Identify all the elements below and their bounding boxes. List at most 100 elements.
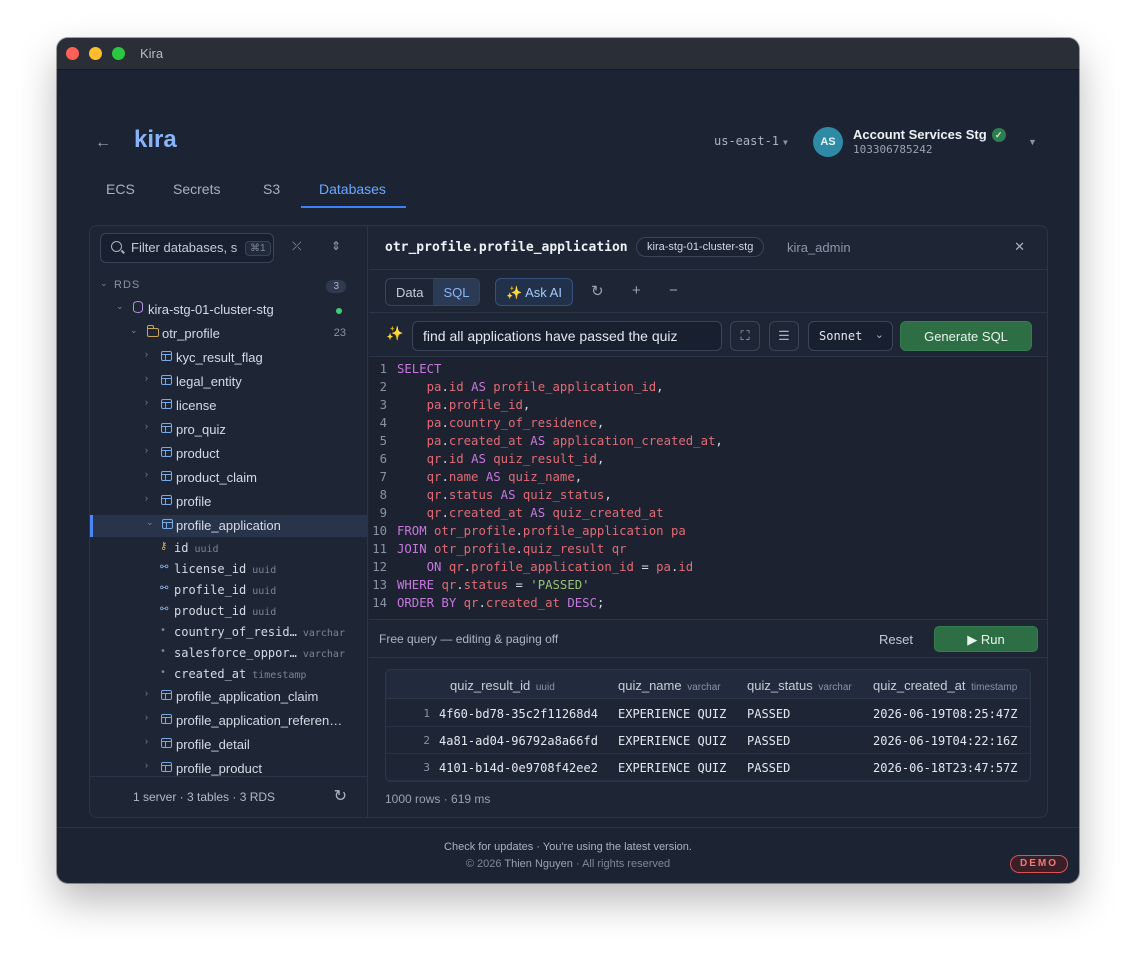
table-label: license bbox=[176, 398, 217, 413]
code-text: ON qr.profile_application_id = pa.id bbox=[426, 560, 694, 574]
column-header[interactable]: quiz_created_at timestamp bbox=[873, 678, 1017, 693]
tree-group-rds[interactable]: ⌄ RDS 3 bbox=[90, 276, 368, 298]
sql-mode-button[interactable]: SQL bbox=[433, 279, 480, 305]
chevron-right-icon: › bbox=[145, 421, 148, 431]
db-user: kira_admin bbox=[787, 240, 851, 255]
tree-table[interactable]: › profile_product bbox=[90, 758, 368, 776]
sql-editor[interactable]: 1 SELECT 2 pa.id AS profile_application_id… bbox=[369, 357, 1047, 619]
refresh-icon[interactable]: ↻ bbox=[334, 786, 347, 806]
column-name: created_at timestamp bbox=[174, 667, 306, 681]
tree-table[interactable]: › product bbox=[90, 443, 368, 465]
code-line: 14 ORDER BY qr.created_at DESC; bbox=[369, 596, 1047, 614]
zoom-window-button[interactable] bbox=[112, 47, 125, 60]
column-type: uuid bbox=[252, 565, 277, 576]
column-item[interactable]: • created_at timestamp bbox=[90, 664, 368, 686]
chevron-right-icon: › bbox=[145, 469, 148, 479]
expand-all-icon[interactable]: ⇕ bbox=[331, 239, 341, 253]
code-text: JOIN otr_profile.quiz_result qr bbox=[397, 542, 627, 556]
generate-sql-button[interactable]: Generate SQL bbox=[900, 321, 1032, 351]
column-name-text: country_of_resid… bbox=[174, 625, 297, 639]
dot-icon: • bbox=[160, 646, 167, 657]
group-label: RDS bbox=[114, 279, 141, 291]
remove-row-icon[interactable]: − bbox=[669, 282, 678, 299]
back-arrow-icon[interactable]: ← bbox=[95, 134, 111, 152]
account-name[interactable]: Account Services Stg ✓ bbox=[853, 127, 1006, 142]
app-footer: Check for updates · You're using the lat… bbox=[57, 827, 1079, 883]
data-mode-button[interactable]: Data bbox=[386, 279, 433, 305]
column-item[interactable]: • salesforce_oppor… varchar bbox=[90, 643, 368, 665]
expand-icon[interactable]: ⛶ bbox=[730, 321, 760, 351]
add-row-icon[interactable]: + bbox=[632, 282, 641, 299]
reload-icon[interactable]: ↻ bbox=[591, 282, 604, 300]
column-item[interactable]: ⚷ id uuid bbox=[90, 538, 368, 560]
table-cell: PASSED bbox=[747, 761, 791, 775]
tab-ecs[interactable]: ECS bbox=[88, 178, 153, 208]
code-text: qr.name AS quiz_name, bbox=[426, 470, 583, 484]
tree-table[interactable]: › kyc_result_flag bbox=[90, 347, 368, 369]
chevron-right-icon: › bbox=[145, 736, 148, 746]
account-menu-chevron-icon[interactable]: ▼ bbox=[1028, 137, 1037, 147]
column-item[interactable]: • country_of_resid… varchar bbox=[90, 622, 368, 644]
tree-table[interactable]: › license bbox=[90, 395, 368, 417]
column-name-text: profile_id bbox=[174, 583, 247, 597]
column-item[interactable]: ⚯ product_id uuid bbox=[90, 601, 368, 623]
minimize-window-button[interactable] bbox=[89, 47, 102, 60]
account-avatar[interactable]: AS bbox=[813, 127, 843, 157]
region-label: us-east-1 bbox=[714, 134, 780, 148]
run-button[interactable]: ▶ Run bbox=[934, 626, 1038, 652]
tab-s3[interactable]: S3 bbox=[245, 178, 298, 208]
table-icon bbox=[161, 421, 172, 436]
tree-cluster[interactable]: ⌄ kira-stg-01-cluster-stg bbox=[90, 299, 368, 321]
tree-table[interactable]: › profile_application_referen… bbox=[90, 710, 368, 732]
column-header-type: uuid bbox=[535, 682, 555, 693]
ai-prompt-input[interactable] bbox=[412, 321, 722, 351]
table-label: kyc_result_flag bbox=[176, 350, 263, 365]
region-selector[interactable]: us-east-1 ▼ bbox=[714, 134, 788, 148]
ask-ai-button[interactable]: ✨ Ask AI bbox=[495, 278, 573, 306]
code-line: 1 SELECT bbox=[369, 362, 1047, 380]
table-icon bbox=[161, 760, 172, 775]
column-name-text: salesforce_oppor… bbox=[174, 646, 297, 660]
filter-input[interactable] bbox=[131, 240, 243, 255]
column-header[interactable]: quiz_result_id uuid bbox=[450, 678, 555, 693]
column-header[interactable]: quiz_status varchar bbox=[747, 678, 852, 693]
table-cell: EXPERIENCE QUIZ bbox=[618, 707, 727, 721]
code-line: 4 pa.country_of_residence, bbox=[369, 416, 1047, 434]
tree-table[interactable]: › profile bbox=[90, 491, 368, 513]
column-header-type: varchar bbox=[687, 682, 721, 693]
column-item[interactable]: ⚯ license_id uuid bbox=[90, 559, 368, 581]
close-window-button[interactable] bbox=[66, 47, 79, 60]
check-updates-link[interactable]: Check for updates bbox=[444, 841, 533, 853]
list-icon[interactable]: ☰ bbox=[769, 321, 799, 351]
link-icon: ⚯ bbox=[160, 562, 169, 573]
model-select[interactable]: Sonnet ⌄ bbox=[808, 321, 893, 351]
close-icon[interactable]: ✕ bbox=[1014, 239, 1025, 255]
tree-schema[interactable]: ⌄ otr_profile 23 bbox=[90, 323, 368, 345]
table-row[interactable]: 1 4f60-bd78-35c2f11268d4 EXPERIENCE QUIZ PA… bbox=[386, 700, 1030, 727]
code-line: 11 JOIN otr_profile.quiz_result qr bbox=[369, 542, 1047, 560]
column-type: varchar bbox=[302, 649, 345, 660]
collapse-all-icon[interactable]: ⤫ bbox=[292, 239, 302, 254]
reset-button[interactable]: Reset bbox=[879, 632, 913, 647]
table-row[interactable]: 3 4101-b14d-0e9708f42ee2 EXPERIENCE QUIZ PA… bbox=[386, 754, 1030, 781]
code-line: 13 WHERE qr.status = 'PASSED' bbox=[369, 578, 1047, 596]
tree-table[interactable]: › profile_application_claim bbox=[90, 686, 368, 708]
tree-table[interactable]: › pro_quiz bbox=[90, 419, 368, 441]
column-type: uuid bbox=[194, 544, 219, 555]
tree-table-selected[interactable]: ⌄ profile_application bbox=[90, 515, 368, 537]
column-type: timestamp bbox=[252, 670, 307, 681]
tree-table[interactable]: › profile_detail bbox=[90, 734, 368, 756]
table-row[interactable]: 2 4a81-ad04-96792a8a66fd EXPERIENCE QUIZ PA… bbox=[386, 727, 1030, 754]
tab-secrets[interactable]: Secrets bbox=[155, 178, 238, 208]
folder-icon bbox=[147, 325, 159, 340]
schema-table-count: 23 bbox=[333, 327, 346, 339]
column-item[interactable]: ⚯ profile_id uuid bbox=[90, 580, 368, 602]
code-text: qr.status AS quiz_status, bbox=[426, 488, 612, 502]
tab-databases[interactable]: Databases bbox=[301, 178, 406, 208]
tree-table[interactable]: › legal_entity bbox=[90, 371, 368, 393]
table-label: profile bbox=[176, 494, 212, 509]
tree-table[interactable]: › product_claim bbox=[90, 467, 368, 489]
column-header[interactable]: quiz_name varchar bbox=[618, 678, 721, 693]
query-header: otr_profile.profile_application kira-stg… bbox=[369, 226, 1047, 270]
app-header: ← kira us-east-1 ▼ AS Account Services St… bbox=[57, 70, 1079, 190]
